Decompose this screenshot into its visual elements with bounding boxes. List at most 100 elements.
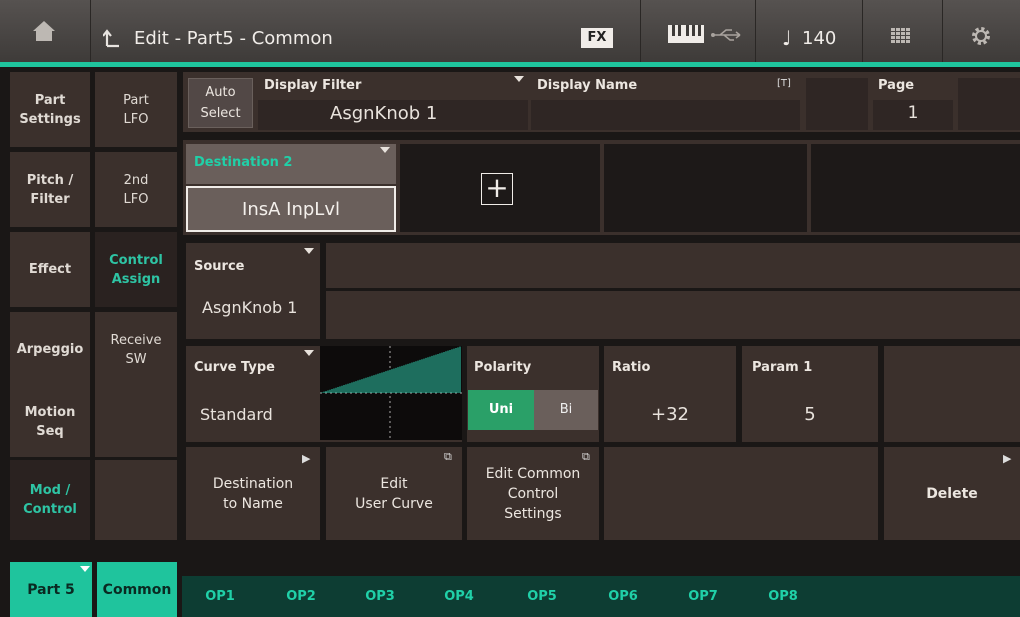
param1-label: Param 1 bbox=[752, 360, 813, 375]
display-filter-label: Display Filter bbox=[264, 78, 362, 93]
op-tab-8[interactable]: OP8 bbox=[742, 576, 824, 617]
sidebar-label: Pitch / Filter bbox=[26, 172, 74, 207]
param1-value[interactable]: 5 bbox=[742, 404, 878, 425]
polarity-uni-button[interactable]: Uni bbox=[468, 390, 534, 430]
sidebar-item-motion-seq[interactable]: Motion Seq bbox=[10, 387, 90, 457]
op-tab-label: OP6 bbox=[608, 589, 638, 604]
op-tab-2[interactable]: OP2 bbox=[258, 576, 344, 617]
op-tab-label: OP3 bbox=[365, 589, 395, 604]
sidebar-label: Part LFO bbox=[123, 92, 149, 127]
page-label: Page bbox=[878, 78, 915, 93]
source-label: Source bbox=[194, 259, 245, 274]
op-tab-label: OP2 bbox=[286, 589, 316, 604]
header-accent-line bbox=[0, 62, 1020, 67]
sidebar-item-pitch-filter[interactable]: Pitch / Filter bbox=[10, 152, 90, 227]
sidebar-label: Receive SW bbox=[110, 332, 162, 367]
sidebar-label: Motion Seq bbox=[24, 405, 76, 439]
popup-window-icon: ⧉ bbox=[444, 450, 452, 463]
sidebar-item-mod-control[interactable]: Mod / Control bbox=[10, 460, 90, 540]
op-tab-3[interactable]: OP3 bbox=[344, 576, 416, 617]
destination-to-name-label: Destination to Name bbox=[212, 475, 294, 512]
op-tab-1[interactable]: OP1 bbox=[182, 576, 258, 617]
ratio-value[interactable]: +32 bbox=[604, 404, 736, 425]
add-destination-button[interactable]: + bbox=[481, 173, 513, 205]
header-empty-cell bbox=[806, 78, 868, 130]
sidebar-item-arpeggio[interactable]: Arpeggio bbox=[10, 312, 90, 387]
polarity-label: Polarity bbox=[474, 360, 532, 375]
edit-common-label: Edit Common Control Settings bbox=[485, 465, 581, 522]
sidebar-item-effect[interactable]: Effect bbox=[10, 232, 90, 307]
page-value: 1 bbox=[907, 103, 919, 123]
grid-icon[interactable] bbox=[891, 28, 911, 44]
curve-graph-svg bbox=[320, 346, 462, 440]
home-icon[interactable] bbox=[32, 20, 56, 42]
page-title: Edit - Part5 - Common bbox=[134, 28, 333, 49]
sidebar-item-2nd-lfo[interactable]: 2nd LFO bbox=[95, 152, 177, 227]
edit-user-curve-button[interactable]: Edit User Curve bbox=[326, 447, 462, 540]
op-tab-6[interactable]: OP6 bbox=[582, 576, 664, 617]
dropdown-arrow-icon bbox=[304, 350, 314, 356]
edit-user-curve-label: Edit User Curve bbox=[355, 475, 433, 512]
text-input-icon: [T] bbox=[777, 78, 791, 89]
back-arrow-icon[interactable] bbox=[103, 28, 121, 48]
gear-icon[interactable] bbox=[970, 25, 992, 47]
edit-common-control-settings-button[interactable]: Edit Common Control Settings bbox=[467, 447, 599, 540]
sidebar-label: Mod / Control bbox=[23, 483, 77, 517]
empty-param-panel bbox=[884, 346, 1020, 442]
display-filter-value: AsgnKnob 1 bbox=[330, 103, 438, 124]
source-bar-lower bbox=[326, 291, 1020, 339]
common-tab[interactable]: Common bbox=[97, 562, 177, 617]
sidebar-label: Part Settings bbox=[19, 92, 81, 127]
ratio-label: Ratio bbox=[612, 360, 651, 375]
sidebar-item-receive-sw[interactable]: Receive SW bbox=[95, 312, 177, 387]
dropdown-arrow-icon bbox=[380, 147, 390, 153]
source-value[interactable]: AsgnKnob 1 bbox=[202, 298, 297, 317]
sidebar-item-part-lfo[interactable]: Part LFO bbox=[95, 72, 177, 147]
source-panel bbox=[186, 243, 320, 339]
source-bar bbox=[326, 243, 1020, 288]
destination-to-name-button[interactable]: Destination to Name bbox=[186, 447, 320, 540]
part-tab-label: Part 5 bbox=[27, 581, 75, 598]
common-tab-label: Common bbox=[102, 581, 172, 598]
dropdown-arrow-icon bbox=[80, 566, 90, 572]
op-tab-5[interactable]: OP5 bbox=[502, 576, 582, 617]
popup-window-icon: ⧉ bbox=[582, 450, 590, 463]
sidebar-item-control-assign[interactable]: Control Assign bbox=[95, 232, 177, 307]
empty-action-slot bbox=[604, 447, 878, 540]
sidebar-empty-slot bbox=[95, 387, 177, 457]
usb-icon bbox=[711, 29, 741, 41]
destination-slot-5[interactable] bbox=[811, 144, 1020, 232]
op-tab-label: OP8 bbox=[768, 589, 798, 604]
destination-label: Destination 2 bbox=[194, 155, 293, 170]
auto-select-button[interactable]: Auto Select bbox=[188, 78, 253, 128]
top-bar: Edit - Part5 - Common FX ♩ 140 bbox=[0, 0, 1020, 62]
play-arrow-icon: ▶ bbox=[1003, 452, 1012, 465]
curve-type-label: Curve Type bbox=[194, 360, 275, 375]
op-tab-label: OP7 bbox=[688, 589, 718, 604]
tempo-value[interactable]: 140 bbox=[802, 28, 836, 49]
sidebar-label: 2nd LFO bbox=[123, 172, 149, 207]
curve-type-value[interactable]: Standard bbox=[200, 405, 273, 424]
display-name-field[interactable] bbox=[531, 100, 800, 130]
op-tab-4[interactable]: OP4 bbox=[416, 576, 502, 617]
sidebar-label: Effect bbox=[28, 262, 72, 277]
note-icon: ♩ bbox=[782, 26, 792, 50]
fx-badge: FX bbox=[581, 28, 613, 48]
op-tab-label: OP4 bbox=[444, 589, 474, 604]
polarity-bi-button[interactable]: Bi bbox=[534, 390, 598, 430]
sidebar-label: Control Assign bbox=[109, 252, 163, 287]
op-tab-label: OP1 bbox=[205, 589, 235, 604]
sidebar-label: Arpeggio bbox=[16, 342, 84, 357]
destination-slot-4[interactable] bbox=[604, 144, 807, 232]
dropdown-arrow-icon bbox=[514, 76, 524, 82]
sidebar-item-part-settings[interactable]: Part Settings bbox=[10, 72, 90, 147]
header-empty-cell bbox=[958, 78, 1020, 130]
play-arrow-icon: ▶ bbox=[302, 452, 311, 465]
op-tab-label: OP5 bbox=[527, 589, 557, 604]
op-tab-7[interactable]: OP7 bbox=[664, 576, 742, 617]
delete-button[interactable]: Delete bbox=[884, 447, 1020, 540]
sidebar-empty-slot bbox=[95, 460, 177, 540]
curve-graph bbox=[320, 346, 462, 440]
display-name-label: Display Name bbox=[537, 78, 638, 93]
destination-value: InsA InpLvl bbox=[242, 199, 340, 220]
